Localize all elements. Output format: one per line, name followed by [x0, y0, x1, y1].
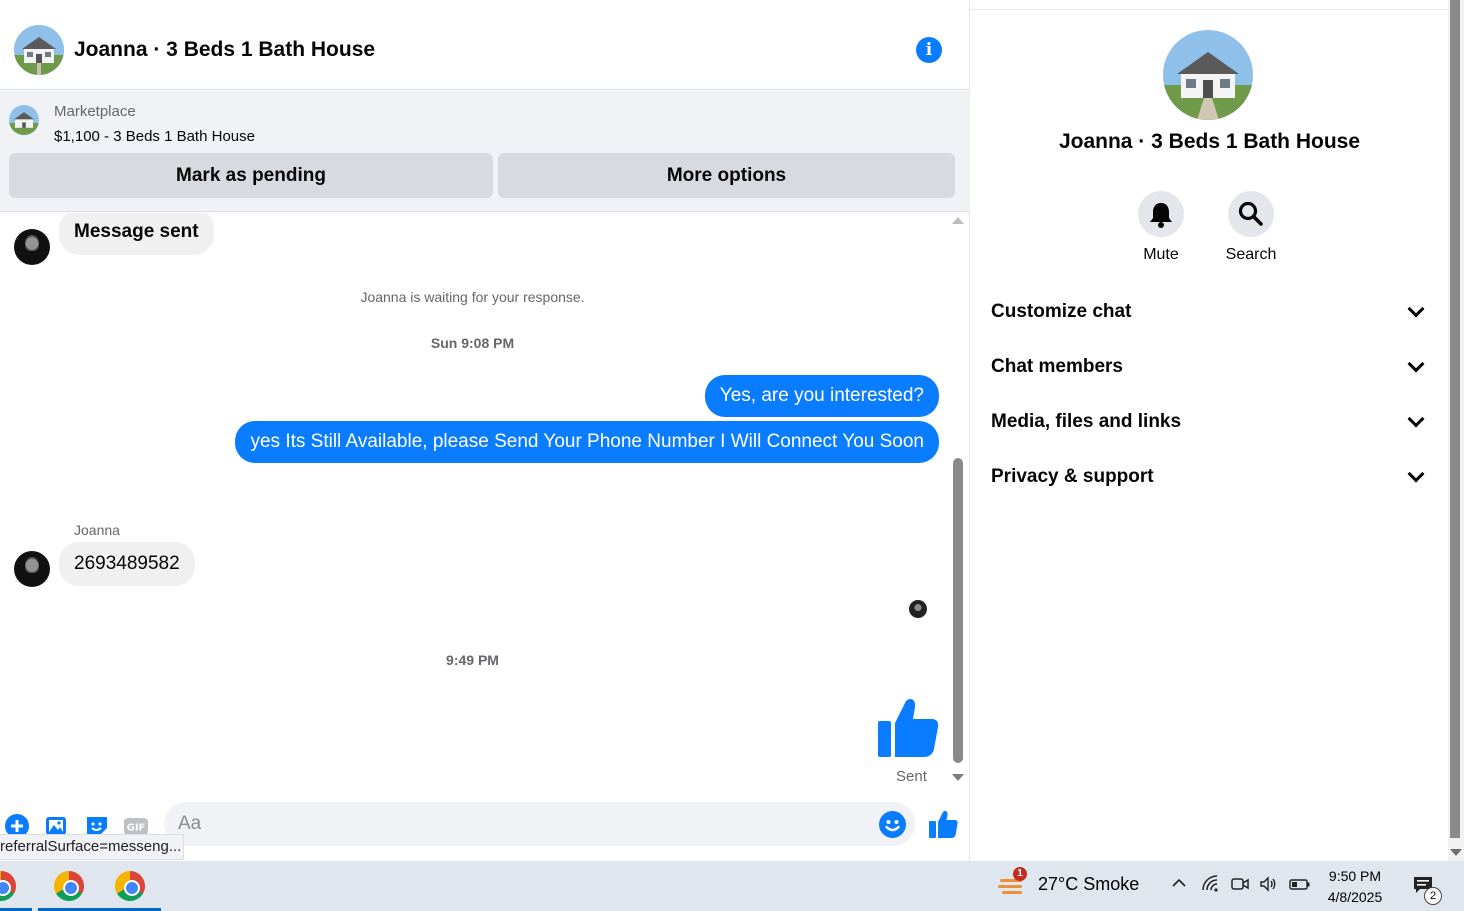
house-image-icon: [14, 24, 64, 75]
chat-header: Joanna · 3 Beds 1 Bath House i: [0, 10, 970, 90]
mark-as-pending-button[interactable]: Mark as pending: [9, 153, 493, 198]
message-list: Message sent Joanna is waiting for your …: [0, 213, 955, 785]
chevron-up-icon[interactable]: [1170, 874, 1188, 897]
incoming-message: Message sent: [59, 213, 214, 255]
house-image-icon: [9, 105, 39, 135]
message-input-box[interactable]: [164, 802, 915, 846]
outgoing-message: Yes, are you interested?: [704, 375, 939, 417]
scroll-thumb[interactable]: [953, 458, 963, 763]
more-options-button[interactable]: More options: [498, 153, 955, 198]
taskbar-app-chrome-active[interactable]: [99, 861, 161, 911]
thumbs-up-icon: [876, 695, 940, 759]
notification-count: 2: [1424, 887, 1442, 905]
weather-smoke-icon: 1: [998, 867, 1027, 897]
search-button[interactable]: Search: [1216, 191, 1286, 264]
sender-avatar[interactable]: [14, 229, 50, 265]
customize-chat-section[interactable]: Customize chat: [991, 292, 1428, 332]
sent-status: Sent: [896, 768, 927, 785]
section-label: Customize chat: [991, 301, 1132, 322]
listing-title[interactable]: $1,100 - 3 Beds 1 Bath House: [54, 128, 255, 145]
sender-name: Joanna: [74, 522, 120, 538]
marketplace-label: Marketplace: [54, 103, 136, 120]
chevron-down-icon: [1407, 300, 1425, 318]
waiting-notice: Joanna is waiting for your response.: [360, 289, 585, 305]
chevron-down-icon: [1407, 355, 1425, 373]
listing-thumbnail[interactable]: [9, 105, 39, 135]
chrome-icon: [0, 871, 16, 901]
chat-title: Joanna · 3 Beds 1 Bath House: [74, 37, 376, 61]
sender-avatar[interactable]: [14, 551, 50, 587]
mute-button[interactable]: Mute: [1126, 191, 1196, 264]
taskbar-app-chrome[interactable]: [38, 861, 100, 911]
section-label: Privacy & support: [991, 466, 1154, 487]
chat-members-section[interactable]: Chat members: [991, 347, 1428, 387]
bell-icon: [1138, 191, 1184, 237]
send-like-icon[interactable]: [928, 809, 958, 839]
seen-indicator-avatar: [909, 600, 927, 618]
link-status-bar: referralSurface=messeng...: [0, 834, 184, 860]
scroll-down-arrow-icon[interactable]: [952, 774, 964, 781]
chat-pane: Joanna · 3 Beds 1 Bath House i Marketpla…: [0, 0, 970, 861]
weather-text: 27°C Smoke: [1038, 873, 1140, 894]
section-label: Media, files and links: [991, 411, 1182, 432]
incoming-message: 2693489582: [59, 542, 195, 586]
timestamp: Sun 9:08 PM: [430, 335, 515, 351]
weather-badge: 1: [1013, 867, 1027, 881]
chrome-icon: [54, 871, 84, 901]
marketplace-banner: Marketplace $1,100 - 3 Beds 1 Bath House…: [0, 91, 970, 212]
search-icon: [1228, 191, 1274, 237]
scroll-down-arrow-icon[interactable]: [1450, 849, 1462, 856]
page-scrollbar[interactable]: [1448, 0, 1464, 861]
battery-icon[interactable]: [1289, 874, 1311, 899]
clock-time: 9:50 PM: [1328, 868, 1382, 884]
chevron-down-icon: [1407, 410, 1425, 428]
wifi-icon[interactable]: [1200, 874, 1220, 899]
details-pane: Joanna · 3 Beds 1 Bath House Mute Search…: [971, 10, 1448, 861]
clock-date: 4/8/2025: [1327, 889, 1383, 905]
video-icon[interactable]: [1230, 874, 1250, 899]
scroll-up-arrow-icon[interactable]: [952, 217, 964, 224]
taskbar-app-profile[interactable]: [0, 861, 32, 911]
house-image-icon: [1163, 30, 1253, 120]
message-input[interactable]: [178, 802, 868, 846]
section-label: Chat members: [991, 356, 1123, 377]
chat-scrollbar[interactable]: [952, 213, 965, 785]
timestamp: 9:49 PM: [446, 652, 499, 668]
chevron-down-icon: [1407, 465, 1425, 483]
weather-widget[interactable]: 1 27°C Smoke: [998, 867, 1140, 897]
details-title: Joanna · 3 Beds 1 Bath House: [1058, 130, 1361, 153]
listing-profile-image[interactable]: [1163, 30, 1253, 120]
info-icon[interactable]: i: [916, 37, 942, 63]
messenger-window: Joanna · 3 Beds 1 Bath House i Marketpla…: [0, 0, 1464, 911]
windows-taskbar: 1 27°C Smoke 9:50 PM 4/8/2025 2: [0, 861, 1464, 911]
chrome-icon: [115, 871, 145, 901]
emoji-icon[interactable]: [879, 811, 906, 838]
media-files-links-section[interactable]: Media, files and links: [991, 402, 1428, 442]
page-scroll-thumb[interactable]: [1450, 0, 1460, 838]
outgoing-message: yes Its Still Available, please Send You…: [235, 421, 939, 463]
system-clock[interactable]: 9:50 PM 4/8/2025: [1320, 866, 1390, 908]
speaker-icon[interactable]: [1258, 874, 1278, 899]
privacy-support-section[interactable]: Privacy & support: [991, 457, 1428, 497]
svg-text:GIF: GIF: [127, 823, 146, 834]
listing-avatar[interactable]: [14, 24, 64, 75]
search-label: Search: [1225, 246, 1277, 263]
mute-label: Mute: [1143, 246, 1179, 263]
